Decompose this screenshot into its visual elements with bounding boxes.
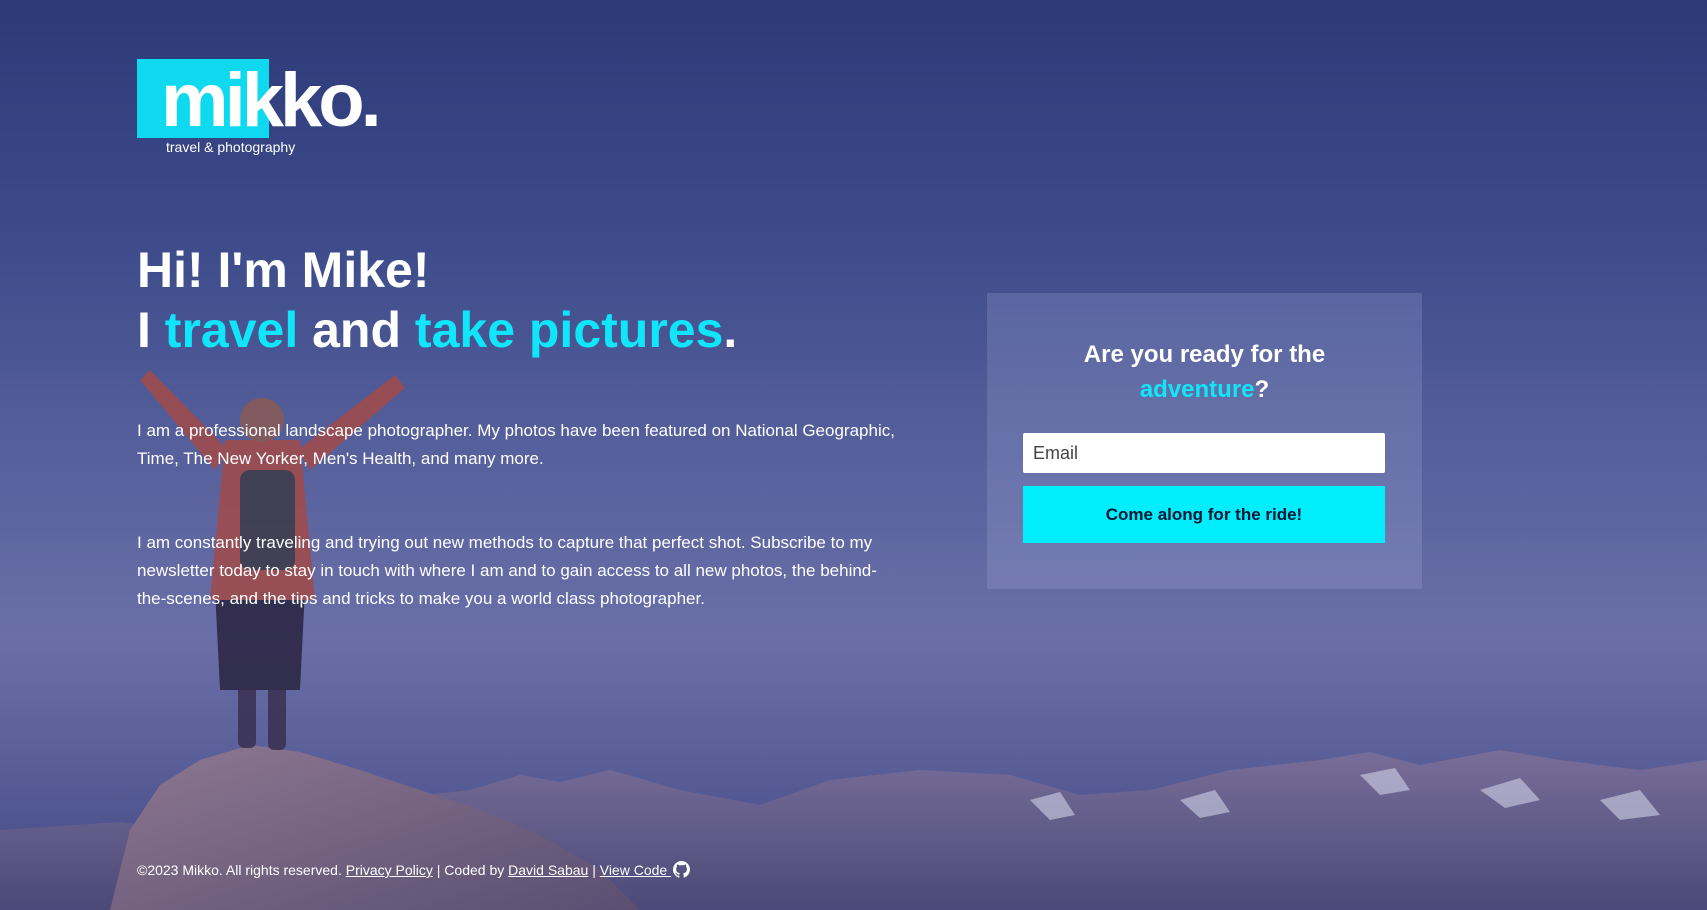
hero-accent-pictures: take pictures — [414, 302, 724, 358]
footer-copyright: ©2023 Mikko. All rights reserved. — [137, 862, 346, 878]
privacy-policy-link[interactable]: Privacy Policy — [346, 862, 433, 878]
hero-prefix: I — [137, 302, 165, 358]
hero-middle: and — [298, 302, 415, 358]
email-input[interactable] — [1023, 433, 1385, 473]
signup-title-accent: adventure — [1139, 376, 1255, 403]
hero-greeting: Hi! I'm Mike! — [137, 242, 430, 298]
signup-title-line1: Are you ready for the — [1083, 341, 1326, 368]
signup-title-suffix: ? — [1254, 376, 1270, 403]
view-code-link[interactable]: View Code — [600, 862, 671, 878]
hero-headline: Hi! I'm Mike! I travel and take pictures… — [137, 240, 737, 360]
footer-separator-2: | — [588, 862, 600, 878]
landing-page: mikko. travel & photography Hi! I'm Mike… — [0, 0, 1707, 910]
subscribe-button[interactable]: Come along for the ride! — [1023, 486, 1385, 543]
intro-paragraph-2: I am constantly traveling and trying out… — [137, 533, 877, 608]
github-icon[interactable] — [673, 861, 691, 878]
footer-separator-1: | Coded by — [432, 862, 509, 878]
hero-suffix: . — [723, 302, 738, 358]
footer: ©2023 Mikko. All rights reserved. Privac… — [137, 860, 691, 880]
brand-logo[interactable]: mikko. travel & photography — [137, 59, 397, 161]
logo-tagline: travel & photography — [166, 139, 296, 155]
view-code-label: View Code — [599, 862, 672, 878]
signup-title: Are you ready for the adventure? — [987, 337, 1422, 407]
hero-accent-travel: travel — [164, 302, 299, 358]
newsletter-signup-card: Are you ready for the adventure? Come al… — [987, 293, 1422, 589]
intro-paragraph-1: I am a professional landscape photograph… — [137, 421, 895, 468]
logo-wordmark: mikko. — [161, 58, 382, 143]
author-link[interactable]: David Sabau — [508, 862, 588, 878]
